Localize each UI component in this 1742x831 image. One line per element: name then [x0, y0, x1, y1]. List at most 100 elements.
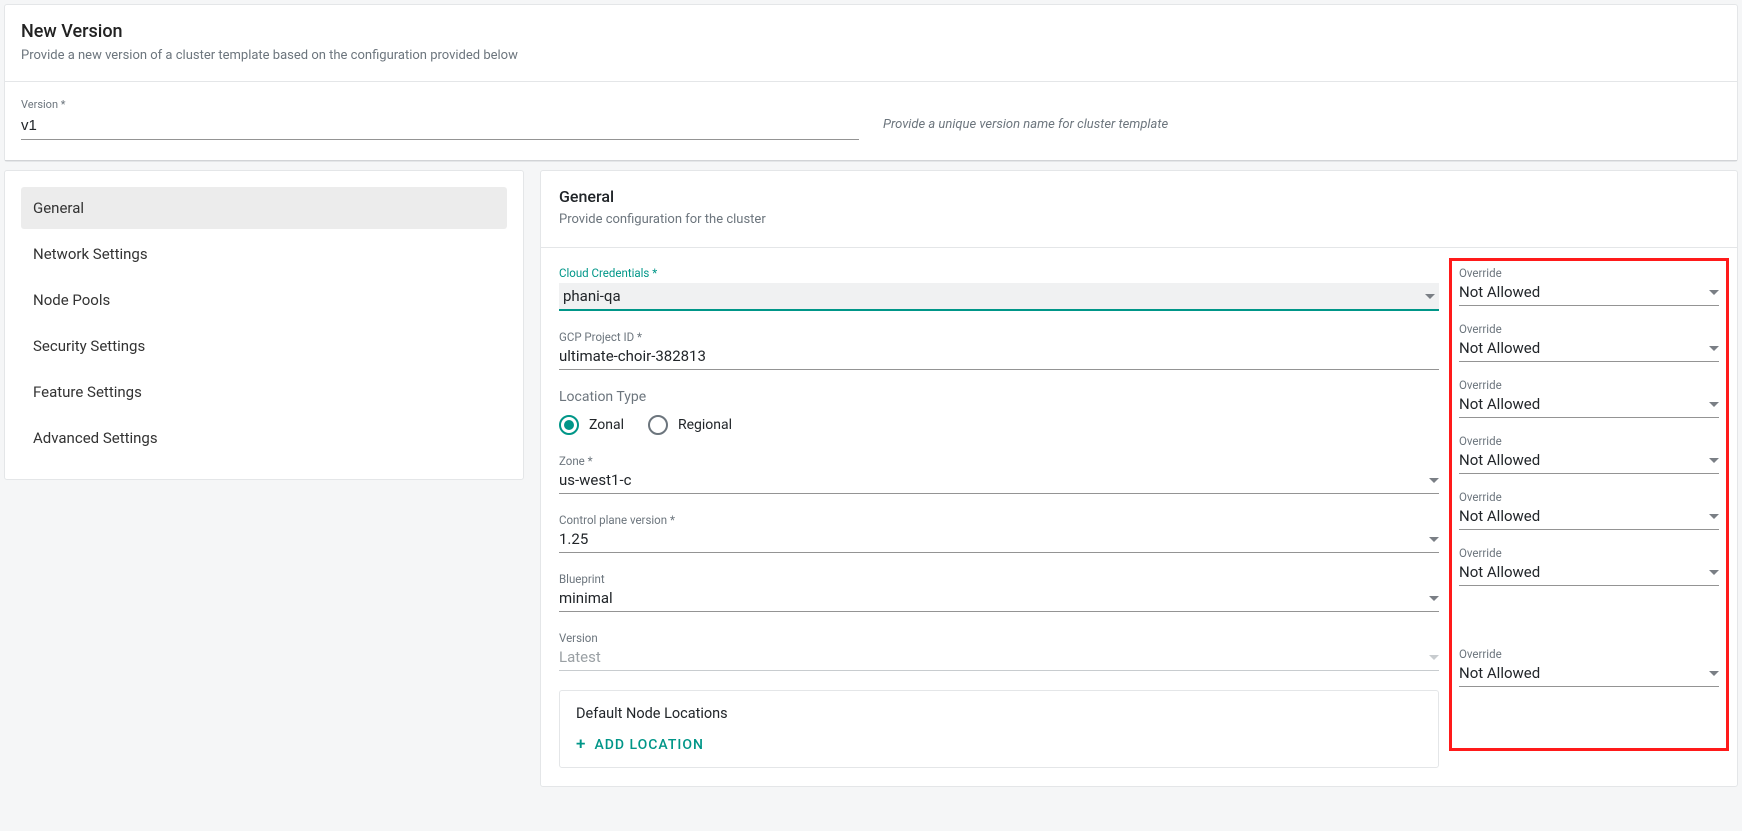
override-cloud-credentials[interactable]: Override Not Allowed — [1459, 266, 1719, 306]
override-label: Override — [1459, 490, 1719, 504]
cloud-credentials-value: phani-qa — [563, 287, 621, 305]
form-grid: Cloud Credentials * phani-qa GCP Project… — [541, 248, 1737, 786]
location-type-radio-row: Zonal Regional — [559, 415, 1439, 435]
control-plane-select[interactable]: 1.25 — [559, 530, 1439, 553]
cloud-credentials-select[interactable]: phani-qa — [559, 283, 1439, 311]
main-panel: General Provide configuration for the cl… — [540, 170, 1738, 787]
page-title: New Version — [21, 21, 1721, 42]
override-label: Override — [1459, 546, 1719, 560]
blueprint-field[interactable]: Blueprint minimal — [559, 572, 1439, 612]
chevron-down-icon — [1429, 478, 1439, 483]
override-node-locations[interactable]: Override Not Allowed — [1459, 647, 1719, 687]
form-left-column: Cloud Credentials * phani-qa GCP Project… — [559, 266, 1439, 768]
chevron-down-icon — [1709, 671, 1719, 676]
gcp-project-input-line[interactable]: ultimate-choir-382813 — [559, 347, 1439, 370]
override-value: Not Allowed — [1459, 339, 1540, 357]
page-description: Provide a new version of a cluster templ… — [21, 48, 1721, 63]
gcp-project-value: ultimate-choir-382813 — [559, 347, 706, 365]
override-select[interactable]: Not Allowed — [1459, 339, 1719, 362]
blueprint-version-field[interactable]: Version Latest — [559, 631, 1439, 671]
control-plane-label: Control plane version * — [559, 513, 1439, 527]
zone-value: us-west1-c — [559, 471, 631, 489]
override-value: Not Allowed — [1459, 507, 1540, 525]
plus-icon: + — [576, 736, 586, 753]
chevron-down-icon — [1709, 570, 1719, 575]
gcp-project-label: GCP Project ID * — [559, 330, 1439, 344]
control-plane-field[interactable]: Control plane version * 1.25 — [559, 513, 1439, 553]
version-row: Version * Provide a unique version name … — [5, 82, 1737, 161]
override-value: Not Allowed — [1459, 563, 1540, 581]
override-label: Override — [1459, 378, 1719, 392]
body-row: General Network Settings Node Pools Secu… — [0, 166, 1742, 791]
radio-zonal-label: Zonal — [589, 417, 624, 433]
add-location-button[interactable]: + ADD LOCATION — [576, 736, 704, 753]
sidebar-item-feature-settings[interactable]: Feature Settings — [21, 371, 507, 413]
add-location-label: ADD LOCATION — [594, 737, 703, 753]
location-type-label: Location Type — [559, 389, 1439, 405]
blueprint-value: minimal — [559, 589, 613, 607]
chevron-down-icon — [1429, 655, 1439, 660]
chevron-down-icon — [1429, 596, 1439, 601]
override-gap — [1459, 602, 1719, 647]
override-value: Not Allowed — [1459, 664, 1540, 682]
chevron-down-icon — [1425, 294, 1435, 299]
override-select[interactable]: Not Allowed — [1459, 563, 1719, 586]
default-node-locations-title: Default Node Locations — [576, 705, 1422, 722]
panel-description: Provide configuration for the cluster — [559, 212, 1719, 227]
panel-title: General — [559, 187, 1719, 206]
override-select[interactable]: Not Allowed — [1459, 664, 1719, 687]
override-value: Not Allowed — [1459, 451, 1540, 469]
cloud-credentials-field[interactable]: Cloud Credentials * phani-qa — [559, 266, 1439, 311]
radio-selected-icon — [559, 415, 579, 435]
override-label: Override — [1459, 266, 1719, 280]
override-label: Override — [1459, 647, 1719, 661]
chevron-down-icon — [1429, 537, 1439, 542]
version-input[interactable] — [21, 113, 859, 140]
version-label: Version * — [21, 98, 859, 111]
override-blueprint[interactable]: Override Not Allowed — [1459, 546, 1719, 586]
sidebar-item-general[interactable]: General — [21, 187, 507, 229]
override-select[interactable]: Not Allowed — [1459, 507, 1719, 530]
gcp-project-field[interactable]: GCP Project ID * ultimate-choir-382813 — [559, 330, 1439, 370]
override-gcp-project[interactable]: Override Not Allowed — [1459, 322, 1719, 362]
header-inner: New Version Provide a new version of a c… — [5, 5, 1737, 82]
chevron-down-icon — [1709, 346, 1719, 351]
radio-regional-label: Regional — [678, 417, 732, 433]
override-select[interactable]: Not Allowed — [1459, 283, 1719, 306]
header-card: New Version Provide a new version of a c… — [4, 4, 1738, 162]
radio-regional[interactable]: Regional — [648, 415, 732, 435]
chevron-down-icon — [1709, 458, 1719, 463]
location-type-field: Location Type Zonal Regional — [559, 389, 1439, 435]
chevron-down-icon — [1709, 402, 1719, 407]
override-control-plane[interactable]: Override Not Allowed — [1459, 490, 1719, 530]
default-node-locations-box: Default Node Locations + ADD LOCATION — [559, 690, 1439, 768]
sidebar-item-node-pools[interactable]: Node Pools — [21, 279, 507, 321]
override-value: Not Allowed — [1459, 395, 1540, 413]
panel-head: General Provide configuration for the cl… — [541, 171, 1737, 248]
zone-select[interactable]: us-west1-c — [559, 471, 1439, 494]
version-field[interactable]: Version * — [21, 98, 859, 140]
override-select[interactable]: Not Allowed — [1459, 451, 1719, 474]
blueprint-version-value: Latest — [559, 648, 601, 666]
version-hint: Provide a unique version name for cluste… — [883, 107, 1721, 132]
sidebar-item-security-settings[interactable]: Security Settings — [21, 325, 507, 367]
blueprint-version-select[interactable]: Latest — [559, 648, 1439, 671]
blueprint-select[interactable]: minimal — [559, 589, 1439, 612]
chevron-down-icon — [1709, 290, 1719, 295]
override-label: Override — [1459, 434, 1719, 448]
sidebar: General Network Settings Node Pools Secu… — [4, 170, 524, 480]
override-column: Override Not Allowed Override Not Allowe… — [1459, 266, 1719, 768]
radio-zonal[interactable]: Zonal — [559, 415, 624, 435]
blueprint-label: Blueprint — [559, 572, 1439, 586]
override-select[interactable]: Not Allowed — [1459, 395, 1719, 418]
sidebar-item-advanced-settings[interactable]: Advanced Settings — [21, 417, 507, 459]
chevron-down-icon — [1709, 514, 1719, 519]
zone-field[interactable]: Zone * us-west1-c — [559, 454, 1439, 494]
override-label: Override — [1459, 322, 1719, 336]
override-value: Not Allowed — [1459, 283, 1540, 301]
override-zone[interactable]: Override Not Allowed — [1459, 434, 1719, 474]
zone-label: Zone * — [559, 454, 1439, 468]
sidebar-item-network-settings[interactable]: Network Settings — [21, 233, 507, 275]
override-location-type[interactable]: Override Not Allowed — [1459, 378, 1719, 418]
control-plane-value: 1.25 — [559, 530, 588, 548]
